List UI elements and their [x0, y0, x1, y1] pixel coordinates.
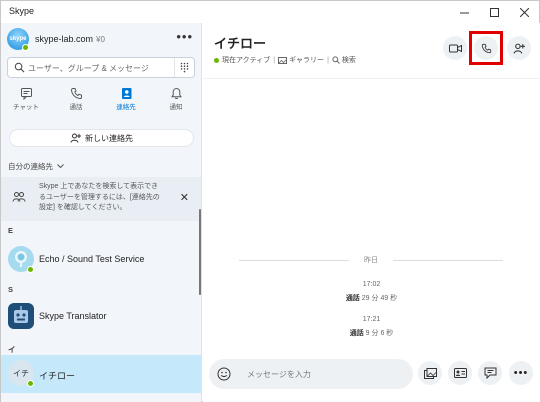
minimize-button[interactable] [449, 1, 479, 23]
contact-name: イチロー [39, 371, 76, 381]
add-people-button[interactable] [507, 36, 531, 60]
privacy-notice: Skype 上であなたを検索して表示できるユーザーを管理するには、[連絡先の設定… [1, 177, 201, 221]
more-icon: ••• [513, 367, 529, 379]
profile-credit: ¥0 [96, 35, 105, 44]
find-link[interactable]: 検索 [342, 55, 356, 65]
call-record: 通話 9 分 6 秒 [349, 330, 394, 337]
contacts-scrollbar[interactable] [199, 209, 201, 295]
window-title: Skype [9, 6, 35, 16]
chat-subheader: 現在アクティブ | ギャラリー | 検索 [214, 55, 356, 65]
contact-name: Skype Translator [39, 311, 107, 321]
contacts-icon [121, 88, 131, 99]
chat-pane: イチロー 現在アクティブ | ギャラリー | 検索 昨日 17:02 通話 29… [203, 23, 540, 402]
day-separator: 昨日 [239, 255, 503, 265]
call-time: 17:02 [362, 281, 381, 288]
mention-button[interactable] [478, 361, 502, 385]
media-button[interactable] [418, 361, 442, 385]
more-actions-button[interactable]: ••• [509, 361, 533, 385]
video-call-button[interactable] [443, 36, 467, 60]
notice-text: Skype 上であなたを検索して表示できるユーザーを管理するには、[連絡先の設定… [39, 183, 160, 211]
header-divider [203, 78, 540, 79]
profile-header[interactable]: skype skype-lab.com ¥0 ••• [7, 27, 197, 53]
contact-ichiro[interactable]: イチ イチロー [1, 355, 201, 393]
message-composer[interactable]: メッセージを入力 [209, 359, 413, 389]
search-input[interactable]: ユーザー、グループ & メッセージ [28, 63, 149, 74]
new-contact-button[interactable]: 新しい連絡先 [9, 129, 194, 147]
minimize-icon [459, 12, 469, 13]
message-bubble-icon [484, 367, 496, 379]
group-letter-e: E [8, 226, 14, 235]
sidebar: skype skype-lab.com ¥0 ••• ユーザー、グループ & メッ… [1, 23, 202, 402]
close-window-button[interactable] [509, 1, 539, 23]
active-status: 現在アクティブ [222, 57, 271, 64]
active-dot [214, 57, 219, 63]
find-icon [332, 56, 340, 64]
contact-card-icon [453, 368, 467, 378]
maximize-button[interactable] [479, 1, 509, 23]
contact-name: Echo / Sound Test Service [39, 254, 145, 264]
chevron-down-icon [57, 164, 64, 169]
message-input[interactable]: メッセージを入力 [247, 369, 311, 380]
chat-title[interactable]: イチロー [214, 33, 266, 52]
presence-dot [22, 44, 29, 51]
phone-icon [70, 88, 82, 100]
tab-chat[interactable]: チャット [1, 85, 51, 117]
dismiss-notice-icon[interactable]: ✕ [180, 191, 189, 204]
add-person-icon [513, 43, 525, 54]
search-box[interactable]: ユーザー、グループ & メッセージ [7, 57, 195, 78]
bell-icon [170, 87, 182, 100]
search-icon [14, 62, 25, 73]
chat-icon [20, 88, 32, 100]
close-icon [519, 7, 529, 17]
contact-card-button[interactable] [448, 361, 472, 385]
group-letter-i: イ [8, 345, 16, 354]
people-icon [12, 192, 26, 202]
tab-calls[interactable]: 通話 [51, 85, 101, 117]
call-button-highlight [469, 31, 503, 65]
contact-translator[interactable]: Skype Translator [1, 299, 201, 335]
call-time: 17:21 [362, 316, 381, 323]
contact-echo[interactable]: Echo / Sound Test Service [1, 242, 201, 278]
skype-window: Skype skype skype-lab.com ¥0 ••• ユーザー、グルー… [0, 0, 540, 402]
presence-dot [27, 380, 34, 387]
robot-icon [14, 306, 28, 323]
presence-dot [27, 266, 34, 273]
translator-avatar [8, 303, 34, 329]
group-letter-s: S [8, 285, 14, 294]
tab-notifications[interactable]: 通知 [151, 85, 201, 117]
new-contact-label: 新しい連絡先 [85, 133, 133, 143]
profile-name: skype-lab.com [35, 34, 94, 44]
media-icon [423, 367, 437, 379]
dialpad-button[interactable] [174, 58, 194, 77]
video-icon [448, 44, 462, 52]
more-options-icon[interactable]: ••• [176, 29, 193, 44]
maximize-icon [489, 7, 499, 17]
emoji-icon[interactable] [217, 367, 231, 381]
nav-tabs: チャット 通話 連絡先 通知 [1, 85, 201, 117]
gallery-icon [278, 56, 288, 64]
my-contacts-filter[interactable]: 自分の連絡先 [8, 161, 64, 172]
call-record: 通話 29 分 49 秒 [345, 295, 398, 302]
title-bar: Skype [1, 1, 539, 23]
tab-contacts[interactable]: 連絡先 [101, 85, 151, 117]
dialpad-icon [180, 62, 189, 73]
add-person-icon [70, 133, 81, 143]
gallery-link[interactable]: ギャラリー [289, 55, 324, 65]
